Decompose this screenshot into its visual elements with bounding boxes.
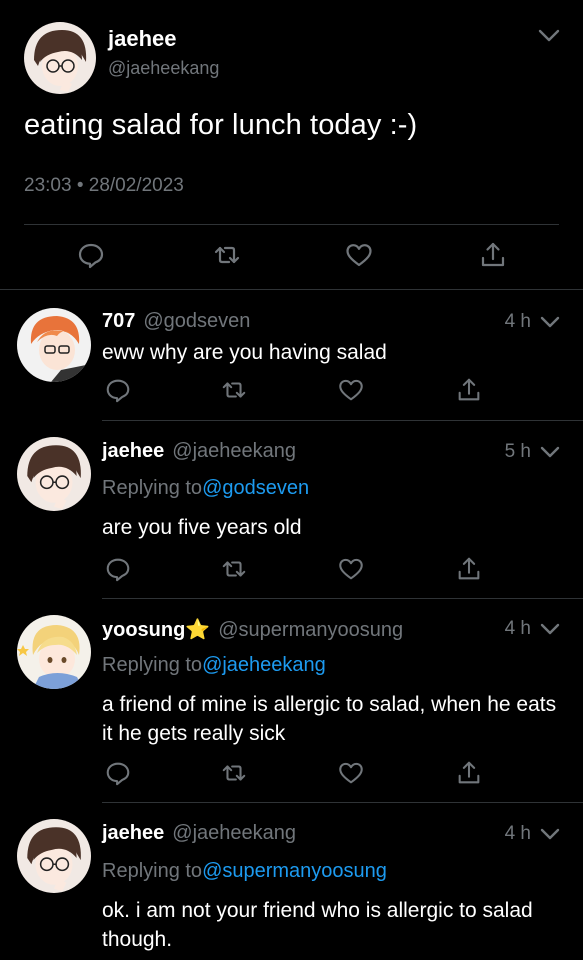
chevron-down-icon[interactable] [539, 311, 561, 333]
reply-author-handle[interactable]: @godseven [143, 310, 250, 332]
reply-header: jaehee @jaeheekang [102, 822, 296, 845]
share-icon[interactable] [455, 555, 483, 583]
avatar[interactable] [17, 308, 91, 382]
retweet-icon[interactable] [220, 376, 248, 404]
main-tweet: jaehee @jaeheekang eating salad for lunc… [0, 0, 583, 290]
tweet-timestamp[interactable]: 23:03 • 28/02/2023 [24, 175, 184, 197]
reply-tweet[interactable]: jaehee @jaeheekang 5 h Replying to@godsev… [0, 421, 583, 598]
reply-text: eww why are you having salad [102, 341, 387, 364]
share-icon[interactable] [455, 376, 483, 404]
reply-actions [0, 759, 583, 789]
heart-icon[interactable] [337, 759, 365, 787]
reply-author-handle[interactable]: @supermanyoosung [218, 619, 403, 641]
mention-link[interactable]: @supermanyoosung [202, 860, 387, 882]
reply-author-handle[interactable]: @jaeheekang [172, 440, 296, 462]
chevron-down-icon[interactable] [539, 823, 561, 845]
reply-text: are you five years old [102, 516, 302, 539]
chevron-down-icon[interactable] [536, 22, 562, 48]
reply-time: 4 h [504, 823, 531, 844]
reply-tweet[interactable]: 707 @godseven 4 h eww why are you having … [0, 290, 583, 420]
avatar[interactable] [24, 22, 96, 94]
replying-to-label: Replying to [102, 860, 203, 882]
avatar[interactable] [17, 819, 91, 893]
share-icon[interactable] [455, 759, 483, 787]
reply-header: jaehee @jaeheekang [102, 440, 296, 463]
retweet-icon[interactable] [212, 240, 242, 270]
replying-to: Replying to@supermanyoosung [102, 860, 387, 883]
reply-icon[interactable] [104, 555, 132, 583]
reply-actions [0, 555, 583, 585]
heart-icon[interactable] [337, 376, 365, 404]
reply-header: yoosung⭐ @supermanyoosung [102, 617, 403, 642]
reply-tweet[interactable]: jaehee @jaeheekang 4 h Replying to@superm… [0, 803, 583, 960]
reply-time: 4 h [504, 311, 531, 332]
reply-text: ok. i am not your friend who is allergic… [102, 899, 533, 951]
reply-author-name[interactable]: 707 [102, 310, 135, 332]
avatar[interactable] [17, 437, 91, 511]
avatar[interactable] [17, 615, 91, 689]
chevron-down-icon[interactable] [539, 441, 561, 463]
reply-icon[interactable] [104, 376, 132, 404]
reply-header: 707 @godseven [102, 310, 250, 333]
mention-link[interactable]: @jaeheekang [202, 654, 326, 676]
heart-icon[interactable] [337, 555, 365, 583]
tweet-actions [0, 240, 583, 276]
reply-author-name[interactable]: jaehee [102, 440, 164, 462]
reply-author-handle[interactable]: @jaeheekang [172, 822, 296, 844]
author-name[interactable]: jaehee [108, 26, 177, 52]
heart-icon[interactable] [344, 240, 374, 270]
share-icon[interactable] [478, 240, 508, 270]
retweet-icon[interactable] [220, 759, 248, 787]
replying-to: Replying to@jaeheekang [102, 654, 326, 677]
replying-to: Replying to@godseven [102, 477, 309, 500]
reply-icon[interactable] [76, 240, 106, 270]
reply-author-name[interactable]: jaehee [102, 822, 164, 844]
mention-link[interactable]: @godseven [202, 477, 309, 499]
reply-actions [0, 376, 583, 406]
reply-tweet[interactable]: yoosung⭐ @supermanyoosung 4 h Replying to… [0, 599, 583, 802]
reply-author-name[interactable]: yoosung⭐ [102, 619, 210, 641]
reply-icon[interactable] [104, 759, 132, 787]
reply-text: a friend of mine is allergic to salad, w… [102, 693, 557, 745]
tweet-thread-screen: jaehee @jaeheekang eating salad for lunc… [0, 0, 583, 960]
author-handle[interactable]: @jaeheekang [108, 58, 219, 79]
divider [24, 224, 559, 225]
tweet-text: eating salad for lunch today :-) [24, 109, 418, 141]
replying-to-label: Replying to [102, 654, 203, 676]
chevron-down-icon[interactable] [539, 618, 561, 640]
retweet-icon[interactable] [220, 555, 248, 583]
reply-time: 4 h [504, 618, 531, 639]
replying-to-label: Replying to [102, 477, 203, 499]
reply-time: 5 h [504, 441, 531, 462]
